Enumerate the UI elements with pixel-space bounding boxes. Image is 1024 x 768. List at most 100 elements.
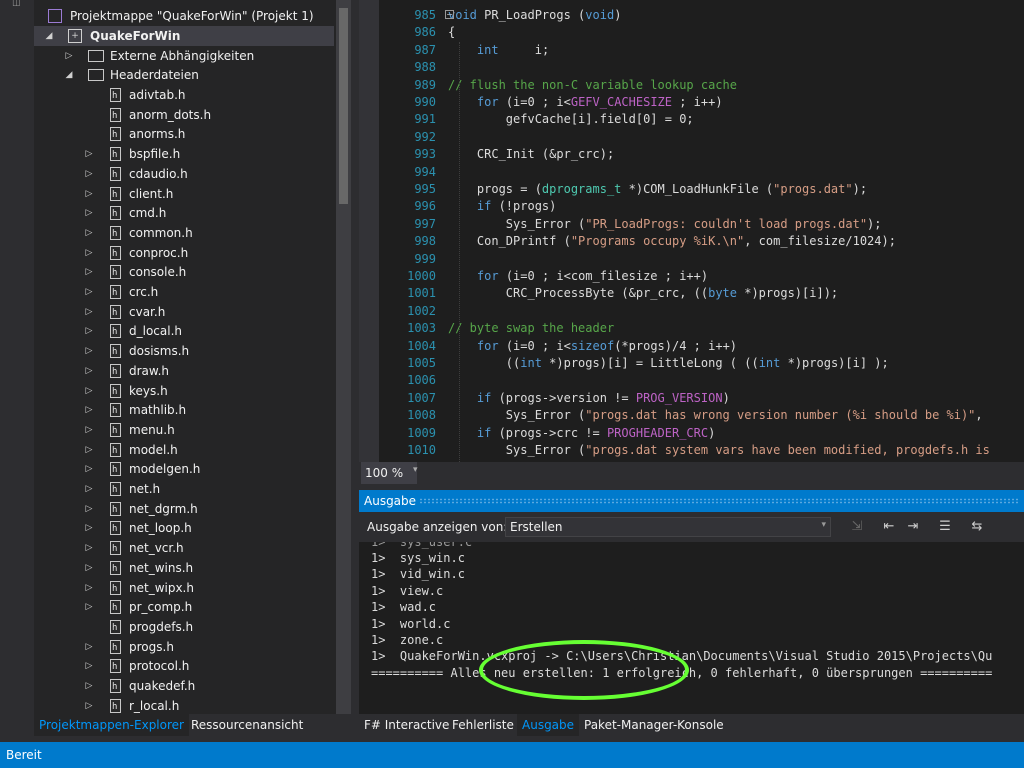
collapsed-arrow-icon[interactable]: ▷ [84, 381, 94, 401]
tree-row-file[interactable]: ▷ client.h [34, 184, 334, 205]
tree-row-file[interactable]: ▷ net_dgrm.h [34, 499, 334, 520]
tree-row-file[interactable]: ▷ quakedef.h [34, 676, 334, 697]
code-editor[interactable]: 985 void PR_LoadProgs (void) 986 {987 int i… [359, 0, 1024, 462]
collapsed-arrow-icon[interactable]: ▷ [84, 656, 94, 676]
tab-solution-explorer[interactable]: Projektmappen-Explorer [34, 714, 189, 736]
tree-row-file[interactable]: ▷ net_loop.h [34, 518, 334, 539]
zoom-level[interactable]: 100 % [361, 462, 417, 484]
tree-row-file[interactable]: ▷ d_local.h [34, 321, 334, 342]
previous-message-icon[interactable]: ⇤ [881, 519, 897, 535]
tree-row-file[interactable]: ▷ protocol.h [34, 656, 334, 677]
tree-row-file[interactable]: ▷ cdaudio.h [34, 164, 334, 185]
tree-row-file[interactable]: anorms.h [34, 124, 334, 145]
tree-row-file[interactable]: ▷ common.h [34, 223, 334, 244]
tree-row-file[interactable]: adivtab.h [34, 85, 334, 106]
collapsed-arrow-icon[interactable]: ▷ [84, 361, 94, 381]
collapsed-arrow-icon[interactable]: ▷ [84, 243, 94, 263]
output-source-select[interactable]: Erstellen ▾ [505, 517, 831, 537]
chevron-down-icon[interactable]: ▾ [821, 520, 826, 530]
collapsed-arrow-icon[interactable]: ▷ [84, 676, 94, 696]
header-file-icon [110, 342, 121, 362]
collapse-region-icon[interactable]: − [445, 10, 454, 19]
tree-row-file[interactable]: ▷ modelgen.h [34, 459, 334, 480]
tree-row-file[interactable]: ▷ model.h [34, 440, 334, 461]
collapsed-arrow-icon[interactable]: ▷ [84, 164, 94, 184]
header-file-icon [110, 244, 121, 264]
collapsed-arrow-icon[interactable]: ▷ [84, 440, 94, 460]
collapsed-arrow-icon[interactable]: ▷ [84, 479, 94, 499]
collapsed-arrow-icon[interactable]: ▷ [84, 538, 94, 558]
tree-row-project[interactable]: ◢ + QuakeForWin [34, 26, 334, 46]
word-wrap-icon[interactable]: ⇆ [969, 519, 985, 535]
header-file-icon [110, 165, 121, 185]
tree-row-file[interactable]: ▷ menu.h [34, 420, 334, 441]
clear-all-icon[interactable]: ☰ [937, 519, 953, 535]
toolbox-icon[interactable]: ◫ [12, 0, 21, 8]
tab-fsharp-interactive[interactable]: F# Interactive [359, 714, 454, 736]
scrollbar-thumb[interactable] [339, 8, 348, 204]
tree-row-file[interactable]: ▷ draw.h [34, 361, 334, 382]
collapsed-arrow-icon[interactable]: ▷ [84, 400, 94, 420]
tree-row-headers[interactable]: ◢ Headerdateien [34, 65, 334, 85]
zoom-dropdown-icon[interactable]: ▾ [413, 465, 418, 475]
expand-arrow-icon[interactable]: ◢ [44, 26, 54, 46]
collapsed-arrow-icon[interactable]: ▷ [84, 282, 94, 302]
collapsed-arrow-icon[interactable]: ▷ [84, 499, 94, 519]
collapsed-arrow-icon[interactable]: ▷ [84, 302, 94, 322]
file-label: net_dgrm.h [129, 501, 198, 516]
tree-row-external-deps[interactable]: ▷ Externe Abhängigkeiten [34, 46, 334, 66]
collapsed-arrow-icon[interactable]: ▷ [84, 184, 94, 204]
tree-row-file[interactable]: ▷ bspfile.h [34, 144, 334, 165]
collapsed-arrow-icon[interactable]: ▷ [84, 341, 94, 361]
next-message-icon[interactable]: ⇥ [905, 519, 921, 535]
output-line: 1> world.c [371, 616, 451, 631]
collapsed-arrow-icon[interactable]: ▷ [84, 144, 94, 164]
tree-row-file[interactable]: ▷ crc.h [34, 282, 334, 303]
collapsed-arrow-icon[interactable]: ▷ [84, 459, 94, 479]
go-to-error-icon[interactable]: ⇲ [849, 519, 865, 535]
collapsed-arrow-icon[interactable]: ▷ [84, 203, 94, 223]
tree-row-file[interactable]: progdefs.h [34, 617, 334, 638]
collapsed-arrow-icon[interactable]: ▷ [84, 578, 94, 598]
tree-row-file[interactable]: ▷ progs.h [34, 637, 334, 658]
collapsed-arrow-icon[interactable]: ▷ [84, 696, 94, 714]
collapsed-arrow-icon[interactable]: ▷ [84, 518, 94, 538]
vertical-scrollbar[interactable] [336, 0, 351, 714]
collapsed-arrow-icon[interactable]: ▷ [84, 262, 94, 282]
output-title: Ausgabe [364, 494, 417, 508]
collapsed-arrow-icon[interactable]: ▷ [84, 597, 94, 617]
tree-row-file[interactable]: ▷ net_vcr.h [34, 538, 334, 559]
collapsed-arrow-icon[interactable]: ▷ [84, 558, 94, 578]
collapsed-arrow-icon[interactable]: ▷ [64, 46, 74, 66]
tree-row-file[interactable]: ▷ console.h [34, 262, 334, 283]
splitter[interactable] [351, 0, 359, 742]
expand-arrow-icon[interactable]: ◢ [64, 65, 74, 85]
tab-error-list[interactable]: Fehlerliste [447, 714, 519, 736]
tree-row-file[interactable]: ▷ pr_comp.h [34, 597, 334, 618]
header-file-icon [110, 539, 121, 559]
tree-row-file[interactable]: ▷ net_wipx.h [34, 578, 334, 599]
line-number: 997 [414, 216, 436, 231]
solution-tree: Projektmappe "QuakeForWin" (Projekt 1) ◢… [34, 0, 334, 714]
collapsed-arrow-icon[interactable]: ▷ [84, 321, 94, 341]
collapsed-arrow-icon[interactable]: ▷ [84, 637, 94, 657]
tab-output[interactable]: Ausgabe [517, 714, 580, 736]
tree-row-solution[interactable]: Projektmappe "QuakeForWin" (Projekt 1) [48, 6, 334, 26]
tree-row-file[interactable]: ▷ net_wins.h [34, 558, 334, 579]
collapsed-arrow-icon[interactable]: ▷ [84, 420, 94, 440]
tree-row-file[interactable]: ▷ cvar.h [34, 302, 334, 323]
tree-row-file[interactable]: ▷ dosisms.h [34, 341, 334, 362]
tab-package-manager-console[interactable]: Paket-Manager-Konsole [579, 714, 729, 736]
output-text[interactable]: 1> sys_user.c 1> sys_win.c 1> vid_win.c 1>… [359, 542, 1024, 714]
output-line-partial: 1> sys_user.c [371, 542, 473, 549]
collapsed-arrow-icon[interactable]: ▷ [84, 223, 94, 243]
tree-row-file[interactable]: anorm_dots.h [34, 105, 334, 126]
tab-resource-view[interactable]: Ressourcenansicht [186, 714, 308, 736]
tree-row-file[interactable]: ▷ r_local.h [34, 696, 334, 714]
header-file-icon [110, 86, 121, 106]
tree-row-file[interactable]: ▷ conproc.h [34, 243, 334, 264]
tree-row-file[interactable]: ▷ net.h [34, 479, 334, 500]
tree-row-file[interactable]: ▷ keys.h [34, 381, 334, 402]
tree-row-file[interactable]: ▷ cmd.h [34, 203, 334, 224]
tree-row-file[interactable]: ▷ mathlib.h [34, 400, 334, 421]
